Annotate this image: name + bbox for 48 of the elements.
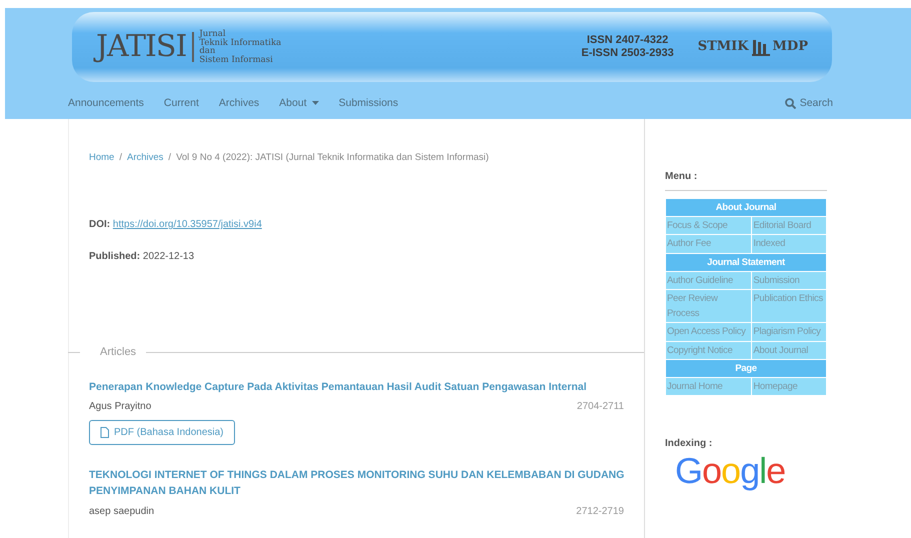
breadcrumb-link[interactable]: Home bbox=[89, 151, 114, 166]
menu-link[interactable]: Submission bbox=[752, 272, 826, 289]
menu-link[interactable]: Open Access Policy bbox=[666, 323, 752, 340]
published-date: Published: 2022-12-13 bbox=[89, 250, 196, 264]
menu-heading: Journal Statement bbox=[666, 254, 826, 271]
page-range: 2704-2711 bbox=[576, 400, 624, 414]
doi-line: DOI: https://doi.org/10.35957/jatisi.v9i4 bbox=[89, 218, 263, 232]
menu-link[interactable]: Editorial Board bbox=[752, 217, 826, 234]
menu-title: Menu : bbox=[665, 169, 827, 191]
breadcrumb-link[interactable]: Archives bbox=[126, 151, 164, 166]
menu-link[interactable]: Peer Review Process bbox=[666, 290, 752, 322]
menu-link[interactable]: Homepage bbox=[752, 378, 826, 396]
journal-logo: JATISI bbox=[96, 32, 194, 62]
nav-link[interactable]: Announcements bbox=[68, 96, 144, 112]
search-button[interactable]: Search bbox=[784, 96, 833, 112]
article-author: asep saepudin bbox=[89, 504, 154, 519]
google-logo: Google bbox=[675, 453, 786, 490]
breadcrumb-current: Vol 9 No 4 (2022): JATISI (Jurnal Teknik Informatika dan Sistem Informasi) bbox=[176, 151, 489, 165]
breadcrumb-separator: / bbox=[119, 151, 122, 165]
section-title: Articles bbox=[99, 345, 138, 360]
menu-link[interactable]: Journal Home bbox=[666, 378, 752, 396]
menu-heading: About Journal bbox=[666, 199, 826, 216]
menu-link[interactable]: Focus & Scope bbox=[666, 217, 752, 234]
file-icon bbox=[100, 427, 109, 438]
issn-text: ISSN 2407-4322 E-ISSN 2503-2933 bbox=[581, 34, 674, 60]
menu-link[interactable]: About Journal bbox=[752, 342, 826, 359]
menu-link[interactable]: Indexed bbox=[752, 235, 826, 253]
article-title[interactable]: Penerapan Knowledge Capture Pada Aktivitas Pemantauan Hasil Audit Satuan Pengawasan Internal bbox=[89, 378, 626, 396]
publisher-logo: STMIK MDP bbox=[698, 38, 808, 57]
journal-name: Jurnal Teknik Informatika dan Sistem Informasi bbox=[198, 30, 282, 64]
article-title[interactable]: TEKNOLOGI INTERNET OF THINGS DALAM PROSES MONITORING SUHU DAN KELEMBABAN DI GUDANG PENYIMPANAN BAHAN KULIT bbox=[89, 467, 626, 500]
menu-link[interactable]: Plagiarism Policy bbox=[752, 323, 826, 340]
menu-link[interactable]: Author Fee bbox=[666, 235, 752, 253]
nav-link[interactable]: Archives bbox=[218, 96, 260, 112]
nav-link[interactable]: Submissions bbox=[338, 96, 398, 112]
nav-link[interactable]: About bbox=[279, 96, 319, 112]
menu-link[interactable]: Copyright Notice bbox=[666, 342, 752, 359]
menu-link[interactable]: Publication Ethics bbox=[752, 290, 826, 322]
pdf-button[interactable]: PDF (Bahasa Indonesia) bbox=[89, 420, 235, 446]
search-icon bbox=[784, 98, 796, 110]
doi-link[interactable]: https://doi.org/10.35957/jatisi.v9i4 bbox=[112, 219, 262, 230]
indexing-title: Indexing : bbox=[665, 437, 714, 452]
menu-link[interactable]: Author Guideline bbox=[666, 272, 752, 289]
nav-link[interactable]: Current bbox=[164, 96, 199, 112]
article-author: Agus Prayitno bbox=[89, 400, 152, 414]
menu-heading: Page bbox=[666, 360, 826, 377]
breadcrumb-separator: / bbox=[168, 151, 172, 165]
page-range: 2712-2719 bbox=[576, 504, 624, 519]
